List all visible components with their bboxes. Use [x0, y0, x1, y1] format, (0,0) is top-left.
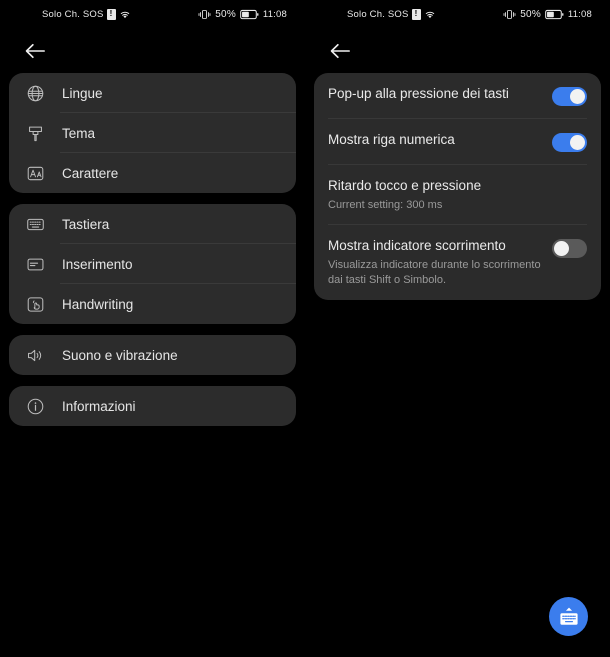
- toggle-show-scroll-indicator[interactable]: [552, 239, 587, 259]
- sidebar-item-suono-e-vibrazione[interactable]: Suono e vibrazione: [9, 335, 296, 375]
- sidebar-item-informazioni[interactable]: Informazioni: [9, 386, 296, 426]
- status-bar-left: Solo Ch. SOS ! 50% 11:08: [0, 0, 305, 28]
- setting-show-scroll-indicator[interactable]: Mostra indicatore scorrimento Visualizza…: [314, 225, 601, 300]
- keyboard-settings-card: Pop-up alla pressione dei tasti Mostra r…: [314, 73, 601, 301]
- sidebar-item-lingue[interactable]: Lingue: [9, 73, 296, 113]
- setting-show-number-row[interactable]: Mostra riga numerica: [314, 119, 601, 165]
- settings-group-appearance: Lingue Tema Carattere: [9, 73, 296, 193]
- right-panel-header: [305, 28, 610, 73]
- battery-percent-label: 50%: [520, 8, 541, 20]
- sidebar-item-tastiera[interactable]: Tastiera: [9, 204, 296, 244]
- setting-subtitle: Current setting: 300 ms: [328, 198, 443, 211]
- clock-label: 11:08: [567, 8, 592, 20]
- sidebar-item-label: Inserimento: [62, 256, 133, 272]
- sidebar-item-carattere[interactable]: Carattere: [9, 153, 296, 193]
- setting-title: Pop-up alla pressione dei tasti: [328, 86, 509, 101]
- input-card-icon: [21, 250, 49, 278]
- settings-menu-panel: Lingue Tema Carattere Tastiera Inserimen…: [0, 28, 305, 657]
- toggle-show-number-row[interactable]: [552, 133, 587, 152]
- settings-group-input: Tastiera Inserimento Handwriting: [9, 204, 296, 324]
- keyboard-icon: [21, 210, 49, 238]
- sidebar-item-label: Informazioni: [62, 398, 136, 414]
- sidebar-item-handwriting[interactable]: Handwriting: [9, 284, 296, 324]
- sidebar-item-label: Carattere: [62, 165, 119, 181]
- wifi-icon: [424, 9, 436, 19]
- vibrate-icon: [503, 9, 516, 20]
- handwriting-icon: [21, 290, 49, 318]
- settings-group-sound: Suono e vibrazione: [9, 335, 296, 375]
- back-button[interactable]: [22, 38, 48, 64]
- left-panel-header: [0, 28, 305, 73]
- setting-title: Mostra indicatore scorrimento: [328, 238, 506, 254]
- setting-title: Ritardo tocco e pressione: [328, 178, 482, 193]
- setting-text: Pop-up alla pressione dei tasti: [328, 86, 552, 103]
- setting-title: Mostra riga numerica: [328, 132, 455, 147]
- battery-icon: [545, 9, 564, 20]
- vibrate-icon: [198, 9, 211, 20]
- wifi-icon: [119, 9, 131, 19]
- sidebar-item-inserimento[interactable]: Inserimento: [9, 244, 296, 284]
- sidebar-item-label: Suono e vibrazione: [62, 347, 178, 363]
- carrier-label: Solo Ch. SOS: [42, 8, 104, 20]
- speaker-icon: [21, 341, 49, 369]
- keyboard-show-icon: [559, 607, 578, 625]
- carrier-label: Solo Ch. SOS: [347, 8, 409, 20]
- back-arrow-icon: [25, 43, 45, 58]
- sidebar-item-label: Tastiera: [62, 216, 110, 232]
- globe-icon: [21, 79, 49, 107]
- setting-text: Mostra indicatore scorrimento Visualizza…: [328, 238, 552, 287]
- toggle-popup-on-keypress[interactable]: [552, 87, 587, 106]
- toggle-knob: [570, 135, 585, 150]
- status-bar-left-group: Solo Ch. SOS !: [42, 8, 131, 20]
- show-keyboard-fab[interactable]: [549, 597, 588, 636]
- battery-percent-label: 50%: [215, 8, 236, 20]
- battery-icon: [240, 9, 259, 20]
- keyboard-settings-detail-panel: Pop-up alla pressione dei tasti Mostra r…: [305, 28, 610, 657]
- toggle-knob: [554, 241, 569, 257]
- sidebar-item-label: Handwriting: [62, 296, 134, 312]
- setting-subtitle: Visualizza indicatore durante lo scorrim…: [328, 259, 541, 286]
- paint-brush-icon: [21, 119, 49, 147]
- sidebar-item-label: Tema: [62, 125, 96, 141]
- back-button[interactable]: [327, 38, 353, 64]
- sidebar-item-label: Lingue: [62, 85, 103, 101]
- status-bar-right-group-2: 50% 11:08: [503, 9, 592, 20]
- status-bar-right-group: 50% 11:08: [198, 9, 287, 20]
- sim-alert-icon: !: [411, 8, 421, 20]
- sim-alert-icon: !: [106, 8, 116, 20]
- phone-screen: Solo Ch. SOS ! 50% 11:08 Solo Ch. SOS !: [0, 0, 610, 657]
- setting-text: Mostra riga numerica: [328, 132, 552, 149]
- status-bar-right: Solo Ch. SOS ! 50% 11:08: [305, 0, 610, 28]
- status-bar-left-group-2: Solo Ch. SOS !: [347, 8, 436, 20]
- sidebar-item-tema[interactable]: Tema: [9, 113, 296, 153]
- setting-touch-and-hold-delay[interactable]: Ritardo tocco e pressione Current settin…: [314, 165, 601, 226]
- clock-label: 11:08: [262, 8, 287, 20]
- info-icon: [21, 392, 49, 420]
- setting-popup-on-keypress[interactable]: Pop-up alla pressione dei tasti: [314, 73, 601, 119]
- setting-text: Ritardo tocco e pressione Current settin…: [328, 178, 587, 212]
- toggle-knob: [570, 89, 585, 104]
- font-size-icon: [21, 159, 49, 187]
- back-arrow-icon: [330, 43, 350, 58]
- settings-group-about: Informazioni: [9, 386, 296, 426]
